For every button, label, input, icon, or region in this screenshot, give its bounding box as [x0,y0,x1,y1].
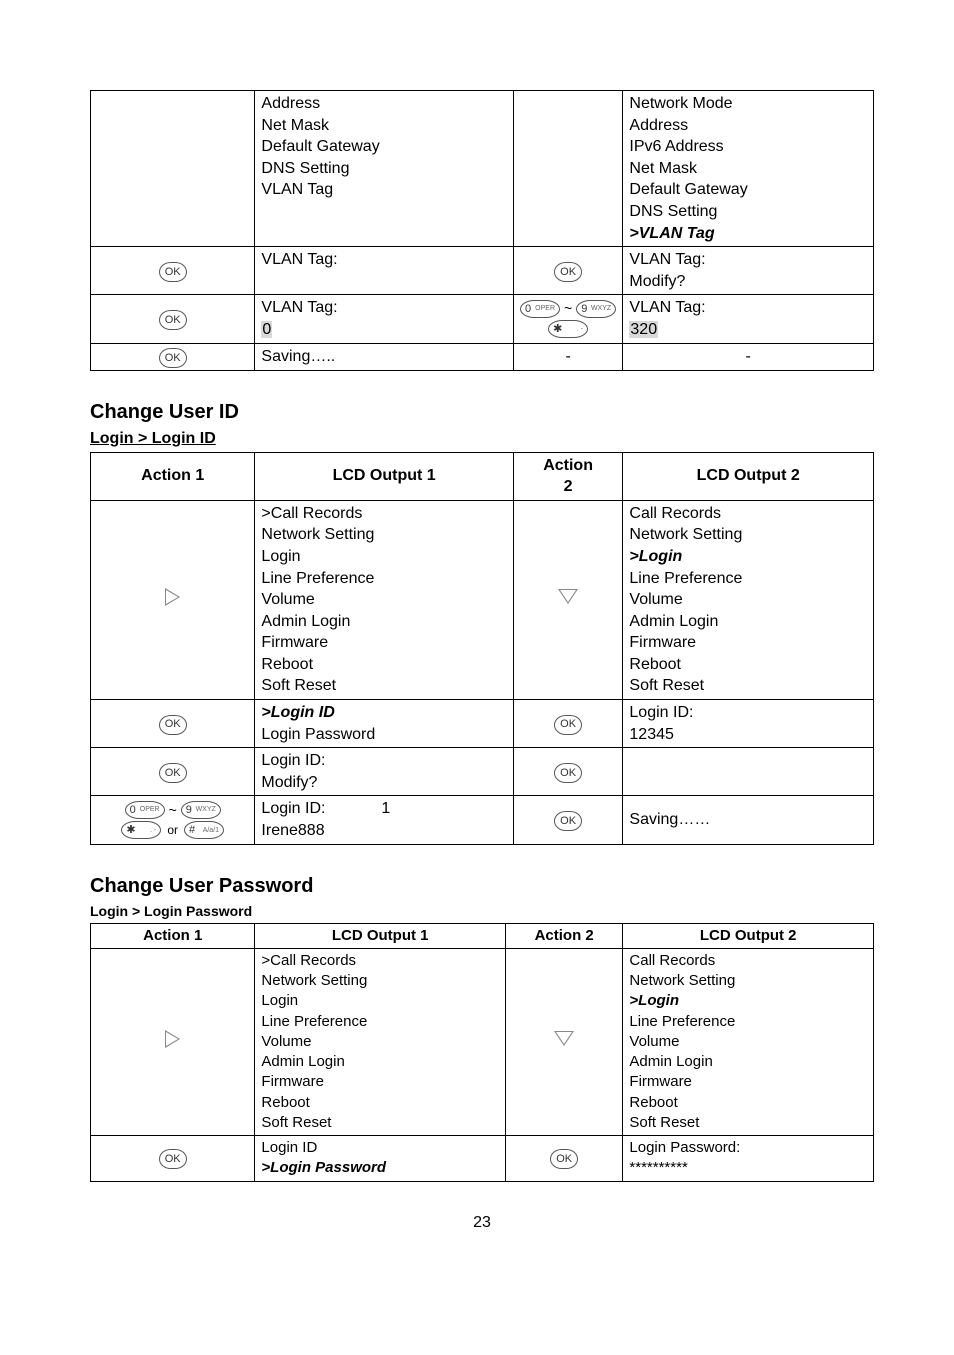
lcd-output-cell: Saving…… [623,796,874,844]
login-password-table: Action 1 LCD Output 1 Action 2 LCD Outpu… [90,923,874,1182]
lcd-output-cell: >Call Records Network Setting Login Line… [255,948,506,1135]
vlan-table: Address Net Mask Default Gateway DNS Set… [90,90,874,371]
section-heading: Change User ID [90,399,874,426]
key-0-icon: 0OPER [520,300,560,318]
table-header: Action 2 [513,452,623,500]
action-cell [91,91,255,247]
section-heading: Change User Password [90,873,874,900]
ok-icon: OK [554,811,582,831]
lcd-output-cell: Login ID: Modify? [255,748,513,796]
breadcrumb: Login > Login Password [90,902,874,921]
nav-right-icon [165,588,180,606]
ok-icon: OK [159,1149,187,1169]
ok-icon: OK [159,763,187,783]
lcd-output-cell: - [623,343,874,370]
lcd-output-cell: VLAN Tag: 0 [255,295,513,343]
lcd-output-cell: Login ID >Login Password [255,1136,506,1182]
table-header: LCD Output 1 [255,923,506,948]
key-0-icon: 0OPER [125,801,165,819]
table-header: Action 1 [91,923,255,948]
key-9-icon: 9WXYZ [181,801,221,819]
key-star-icon: ✱. - [548,320,588,338]
table-header: Action 1 [91,452,255,500]
login-id-table: Action 1 LCD Output 1 Action 2 LCD Outpu… [90,452,874,845]
lcd-output-cell: Address Net Mask Default Gateway DNS Set… [255,91,513,247]
ok-icon: OK [554,715,582,735]
nav-right-icon [165,1030,180,1048]
lcd-output-cell: VLAN Tag: Modify? [623,247,874,295]
lcd-output-cell: VLAN Tag: [255,247,513,295]
ok-icon: OK [159,715,187,735]
action-cell: - [513,343,623,370]
key-star-icon: ✱. - [121,821,161,839]
ok-icon: OK [159,310,187,330]
lcd-output-cell: Call Records Network Setting >Login Line… [623,948,874,1135]
action-cell [513,91,623,247]
lcd-output-cell [623,748,874,796]
lcd-output-cell: Saving….. [255,343,513,370]
nav-down-icon [554,1031,574,1046]
ok-icon: OK [159,262,187,282]
breadcrumb: Login > Login ID [90,428,874,450]
ok-icon: OK [159,348,187,368]
table-header: LCD Output 1 [255,452,513,500]
lcd-output-cell: Login Password: ********** [623,1136,874,1182]
lcd-output-cell: Call Records Network Setting >Login Line… [623,500,874,699]
lcd-output-cell: Network Mode Address IPv6 Address Net Ma… [623,91,874,247]
page-number: 23 [90,1212,874,1234]
key-hash-icon: #A/a/1 [184,821,224,839]
table-header: LCD Output 2 [623,452,874,500]
ok-icon: OK [554,763,582,783]
ok-icon: OK [554,262,582,282]
lcd-output-cell: Login ID: 12345 [623,700,874,748]
ok-icon: OK [550,1149,578,1169]
table-header: Action 2 [505,923,622,948]
table-header: LCD Output 2 [623,923,874,948]
key-9-icon: 9WXYZ [576,300,616,318]
lcd-output-cell: >Call Records Network Setting Login Line… [255,500,513,699]
nav-down-icon [558,589,578,604]
lcd-output-cell: Login ID:1 Irene888 [255,796,513,844]
lcd-output-cell: VLAN Tag: 320 [623,295,874,343]
keypad-icons: 0OPER ~ 9WXYZ ✱. - or #A/a/1 [97,801,248,840]
keypad-icons: 0OPER ~ 9WXYZ ✱. - [520,299,617,338]
lcd-output-cell: >Login ID Login Password [255,700,513,748]
